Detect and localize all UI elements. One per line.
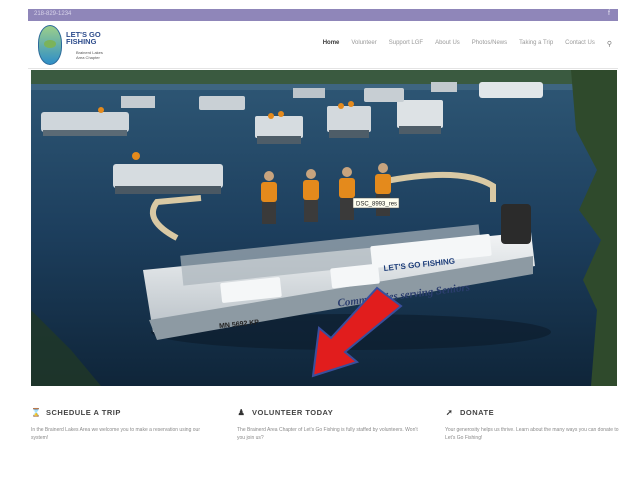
feature-title: SCHEDULE A TRIP bbox=[46, 408, 121, 417]
hero-photo: Communities serving Seniors LET'S GO FIS… bbox=[31, 70, 617, 386]
feature-donate: ➚ DONATE Your generosity helps us thrive… bbox=[445, 408, 630, 442]
feature-volunteer: ♟ VOLUNTEER TODAY The Brainerd Area Chap… bbox=[237, 408, 422, 442]
nav-photos[interactable]: Photos/News bbox=[466, 40, 513, 48]
feature-title: DONATE bbox=[460, 408, 495, 417]
hourglass-icon: ⌛ bbox=[31, 408, 42, 417]
main-nav: Home Volunteer Support LGF About Us Phot… bbox=[317, 40, 618, 48]
nav-contact[interactable]: Contact Us bbox=[559, 40, 601, 48]
nav-volunteer[interactable]: Volunteer bbox=[345, 40, 382, 48]
logo-line4: Area Chapter bbox=[76, 55, 100, 60]
top-bar: 218-829-1234 f bbox=[28, 9, 618, 21]
nav-about[interactable]: About Us bbox=[429, 40, 466, 48]
nav-support[interactable]: Support LGF bbox=[383, 40, 429, 48]
nav-home[interactable]: Home bbox=[317, 40, 346, 48]
feature-body: Your generosity helps us thrive. Learn a… bbox=[445, 427, 619, 441]
add-user-icon: ♟ bbox=[237, 408, 246, 417]
search-icon[interactable]: ⚲ bbox=[601, 40, 618, 48]
share-arrow-icon: ➚ bbox=[445, 408, 454, 417]
feature-body: The Brainerd Area Chapter of Let's Go Fi… bbox=[237, 427, 418, 441]
phone-number[interactable]: 218-829-1234 bbox=[34, 11, 71, 17]
shoreline bbox=[31, 70, 617, 84]
feature-schedule: ⌛ SCHEDULE A TRIP In the Brainerd Lakes … bbox=[31, 408, 216, 442]
nav-trip[interactable]: Taking a Trip bbox=[513, 40, 559, 48]
fish-badge-icon bbox=[38, 25, 62, 65]
facebook-icon[interactable]: f bbox=[608, 10, 610, 17]
site-header: LET'S GO FISHING Brainerd Lakes Area Cha… bbox=[28, 21, 618, 69]
hero-illustration: Communities serving Seniors LET'S GO FIS… bbox=[31, 70, 617, 386]
image-tooltip: DSC_8993_res bbox=[352, 197, 400, 209]
feature-volunteer-heading[interactable]: ♟ VOLUNTEER TODAY bbox=[237, 408, 422, 417]
logo-line2: FISHING bbox=[66, 37, 97, 46]
feature-body: In the Brainerd Lakes Area we welcome yo… bbox=[31, 427, 200, 441]
feature-donate-heading[interactable]: ➚ DONATE bbox=[445, 408, 630, 417]
svg-text:DSC_8993_res: DSC_8993_res bbox=[356, 202, 397, 208]
site-logo[interactable]: LET'S GO FISHING Brainerd Lakes Area Cha… bbox=[38, 25, 118, 65]
feature-title: VOLUNTEER TODAY bbox=[252, 408, 334, 417]
feature-schedule-heading[interactable]: ⌛ SCHEDULE A TRIP bbox=[31, 408, 216, 417]
